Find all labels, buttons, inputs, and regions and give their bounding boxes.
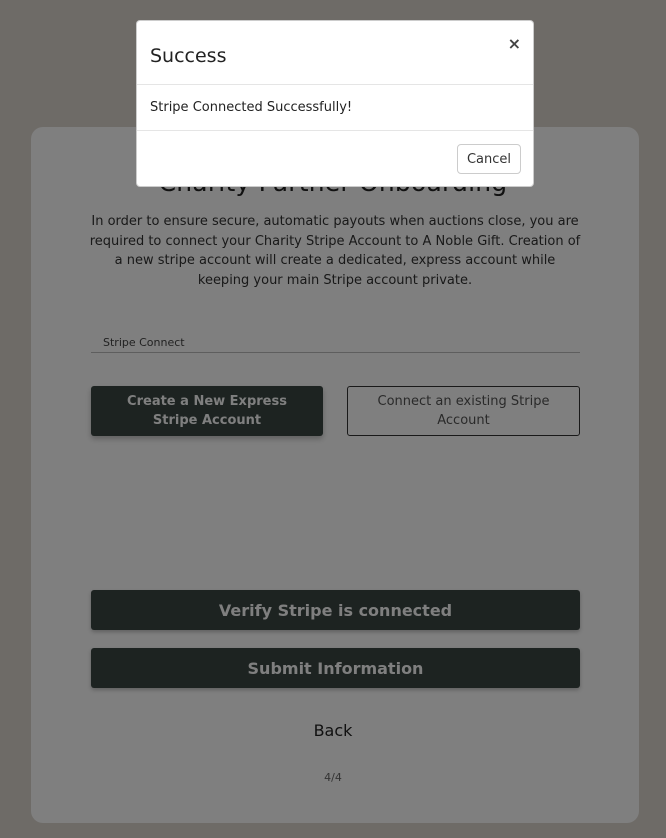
close-icon[interactable]: ×: [508, 34, 521, 53]
success-modal: Success × Stripe Connected Successfully!…: [136, 20, 534, 187]
modal-header: Success ×: [137, 21, 533, 85]
modal-title: Success: [150, 45, 227, 67]
cancel-button[interactable]: Cancel: [457, 144, 521, 174]
modal-message: Stripe Connected Successfully!: [150, 100, 353, 115]
modal-body: Stripe Connected Successfully!: [137, 85, 533, 131]
